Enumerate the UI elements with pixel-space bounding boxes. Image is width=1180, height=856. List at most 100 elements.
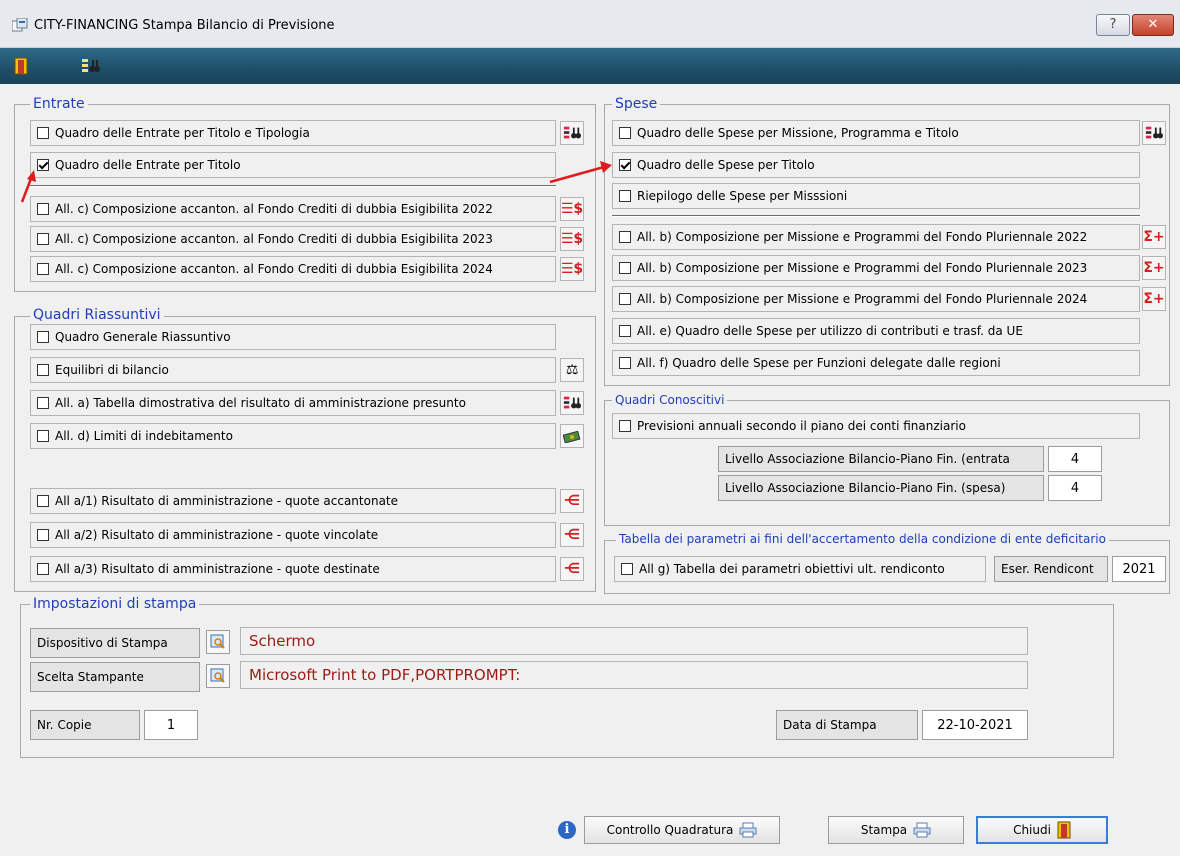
find-binoculars-icon[interactable]	[80, 56, 100, 76]
checkbox[interactable]	[619, 325, 631, 337]
checkbox[interactable]	[37, 203, 49, 215]
riass-row-generale[interactable]: Quadro Generale Riassuntivo	[30, 324, 556, 350]
checkbox[interactable]	[37, 263, 49, 275]
row-label: Equilibri di bilancio	[55, 363, 169, 377]
stampa-button[interactable]: Stampa	[828, 816, 964, 844]
exit-door-icon[interactable]	[12, 56, 32, 76]
riass-row-limiti-indebitamento[interactable]: All. d) Limiti di indebitamento	[30, 423, 556, 449]
spese-row-fpv-2024[interactable]: All. b) Composizione per Missione e Prog…	[612, 286, 1140, 312]
livello-entrata-input[interactable]: 4	[1048, 446, 1102, 472]
checkbox[interactable]	[37, 430, 49, 442]
row-label: All. f) Quadro delle Spese per Funzioni …	[637, 356, 1001, 370]
impostazioni-stampa-legend: Impostazioni di stampa	[30, 596, 200, 612]
red-flag-list-icon[interactable]: ⋲	[560, 489, 584, 513]
checkbox[interactable]	[619, 357, 631, 369]
data-stampa-input[interactable]: 22-10-2021	[922, 710, 1028, 740]
entrate-row-fcde-2023[interactable]: All. c) Composizione accanton. al Fondo …	[30, 226, 556, 252]
sum-plus-icon[interactable]: Σ+	[1142, 225, 1166, 249]
row-label: All. e) Quadro delle Spese per utilizzo …	[637, 324, 1023, 338]
checkbox-checked[interactable]	[619, 159, 631, 171]
checkbox[interactable]	[619, 262, 631, 274]
sum-plus-icon[interactable]: Σ+	[1142, 287, 1166, 311]
money-list-icon[interactable]: ☰$	[560, 197, 584, 221]
spese-row-titolo[interactable]: Quadro delle Spese per Titolo	[612, 152, 1140, 178]
nr-copie-input[interactable]: 1	[144, 710, 198, 740]
checkbox[interactable]	[619, 420, 631, 432]
row-label: All. b) Composizione per Missione e Prog…	[637, 230, 1088, 244]
checkbox[interactable]	[619, 127, 631, 139]
checkbox[interactable]	[37, 127, 49, 139]
eser-rendiconto-input[interactable]: 2021	[1112, 556, 1166, 582]
row-label: All g) Tabella dei parametri obiettivi u…	[639, 562, 945, 576]
balance-scale-icon[interactable]: ⚖	[560, 358, 584, 382]
checkbox[interactable]	[619, 190, 631, 202]
row-label: Quadro delle Spese per Missione, Program…	[637, 126, 959, 140]
find-binoculars-icon[interactable]	[1142, 121, 1166, 145]
sum-plus-icon[interactable]: Σ+	[1142, 256, 1166, 280]
spese-row-fpv-2023[interactable]: All. b) Composizione per Missione e Prog…	[612, 255, 1140, 281]
entrate-row-fcde-2024[interactable]: All. c) Composizione accanton. al Fondo …	[30, 256, 556, 282]
lookup-dispositivo-button[interactable]	[206, 630, 230, 654]
checkbox[interactable]	[37, 563, 49, 575]
toolbar	[0, 48, 1180, 84]
annotation-arrow	[549, 161, 612, 184]
annotation-arrow	[20, 170, 36, 203]
dispositivo-stampa-field[interactable]: Schermo	[240, 627, 1028, 655]
info-glyph: i	[558, 821, 576, 839]
spese-row-funzioni-delegate[interactable]: All. f) Quadro delle Spese per Funzioni …	[612, 350, 1140, 376]
checkbox[interactable]	[37, 233, 49, 245]
eser-rendiconto-label: Eser. Rendicont	[994, 556, 1108, 582]
spese-row-fpv-2022[interactable]: All. b) Composizione per Missione e Prog…	[612, 224, 1140, 250]
entrate-row-titolo[interactable]: Quadro delle Entrate per Titolo	[30, 152, 556, 178]
find-binoculars-icon[interactable]	[560, 391, 584, 415]
row-label: All. b) Composizione per Missione e Prog…	[637, 292, 1088, 306]
conoscitivi-row-piano-conti[interactable]: Previsioni annuali secondo il piano dei …	[612, 413, 1140, 439]
controllo-quadratura-button[interactable]: Controllo Quadratura	[584, 816, 780, 844]
checkbox[interactable]	[37, 397, 49, 409]
row-label: Quadro Generale Riassuntivo	[55, 330, 231, 344]
chiudi-button[interactable]: Chiudi	[976, 816, 1108, 844]
checkbox[interactable]	[619, 231, 631, 243]
row-label: All. c) Composizione accanton. al Fondo …	[55, 262, 493, 276]
row-label: All. d) Limiti di indebitamento	[55, 429, 233, 443]
money-list-icon[interactable]: ☰$	[560, 257, 584, 281]
quadri-riassuntivi-legend: Quadri Riassuntivi	[30, 307, 164, 323]
info-icon[interactable]: i	[554, 818, 580, 842]
red-flag-list-icon[interactable]: ⋲	[560, 523, 584, 547]
riass-row-tabella-dimostrativa[interactable]: All. a) Tabella dimostrativa del risulta…	[30, 390, 556, 416]
livello-spesa-label: Livello Associazione Bilancio-Piano Fin.…	[718, 475, 1044, 501]
red-flag-list-icon[interactable]: ⋲	[560, 557, 584, 581]
money-list-icon[interactable]: ☰$	[560, 227, 584, 251]
entrate-row-fcde-2022[interactable]: All. c) Composizione accanton. al Fondo …	[30, 196, 556, 222]
entrate-row-titolo-tipologia[interactable]: Quadro delle Entrate per Titolo e Tipolo…	[30, 120, 556, 146]
checkbox[interactable]	[37, 364, 49, 376]
checkbox[interactable]	[37, 495, 49, 507]
parametri-row-all-g[interactable]: All g) Tabella dei parametri obiettivi u…	[614, 556, 986, 582]
riass-row-equilibri[interactable]: Equilibri di bilancio	[30, 357, 556, 383]
spese-row-missione-programma[interactable]: Quadro delle Spese per Missione, Program…	[612, 120, 1140, 146]
row-label: All a/2) Risultato di amministrazione - …	[55, 528, 379, 542]
checkbox[interactable]	[37, 331, 49, 343]
row-label: All. a) Tabella dimostrativa del risulta…	[55, 396, 466, 410]
find-binoculars-icon[interactable]	[560, 121, 584, 145]
row-label: All. c) Composizione accanton. al Fondo …	[55, 202, 493, 216]
livello-spesa-input[interactable]: 4	[1048, 475, 1102, 501]
lookup-stampante-button[interactable]	[206, 664, 230, 688]
scelta-stampante-field[interactable]: Microsoft Print to PDF,PORTPROMPT:	[240, 661, 1028, 689]
checkbox[interactable]	[37, 529, 49, 541]
parametri-legend: Tabella dei parametri ai fini dell'accer…	[616, 532, 1109, 546]
close-window-button[interactable]: ✕	[1132, 14, 1174, 36]
spese-row-contributi-ue[interactable]: All. e) Quadro delle Spese per utilizzo …	[612, 318, 1140, 344]
spese-row-riepilogo-missioni[interactable]: Riepilogo delle Spese per Misssioni	[612, 183, 1140, 209]
printer-icon	[739, 822, 757, 838]
riass-row-quote-accantonate[interactable]: All a/1) Risultato di amministrazione - …	[30, 488, 556, 514]
row-label: All a/3) Risultato di amministrazione - …	[55, 562, 380, 576]
checkbox[interactable]	[619, 293, 631, 305]
riass-row-quote-destinate[interactable]: All a/3) Risultato di amministrazione - …	[30, 556, 556, 582]
chiudi-label: Chiudi	[1013, 823, 1051, 837]
money-stack-icon[interactable]	[560, 424, 584, 448]
riass-row-quote-vincolate[interactable]: All a/2) Risultato di amministrazione - …	[30, 522, 556, 548]
checkbox[interactable]	[621, 563, 633, 575]
help-button[interactable]: ?	[1096, 14, 1130, 36]
checkbox-checked[interactable]	[37, 159, 49, 171]
